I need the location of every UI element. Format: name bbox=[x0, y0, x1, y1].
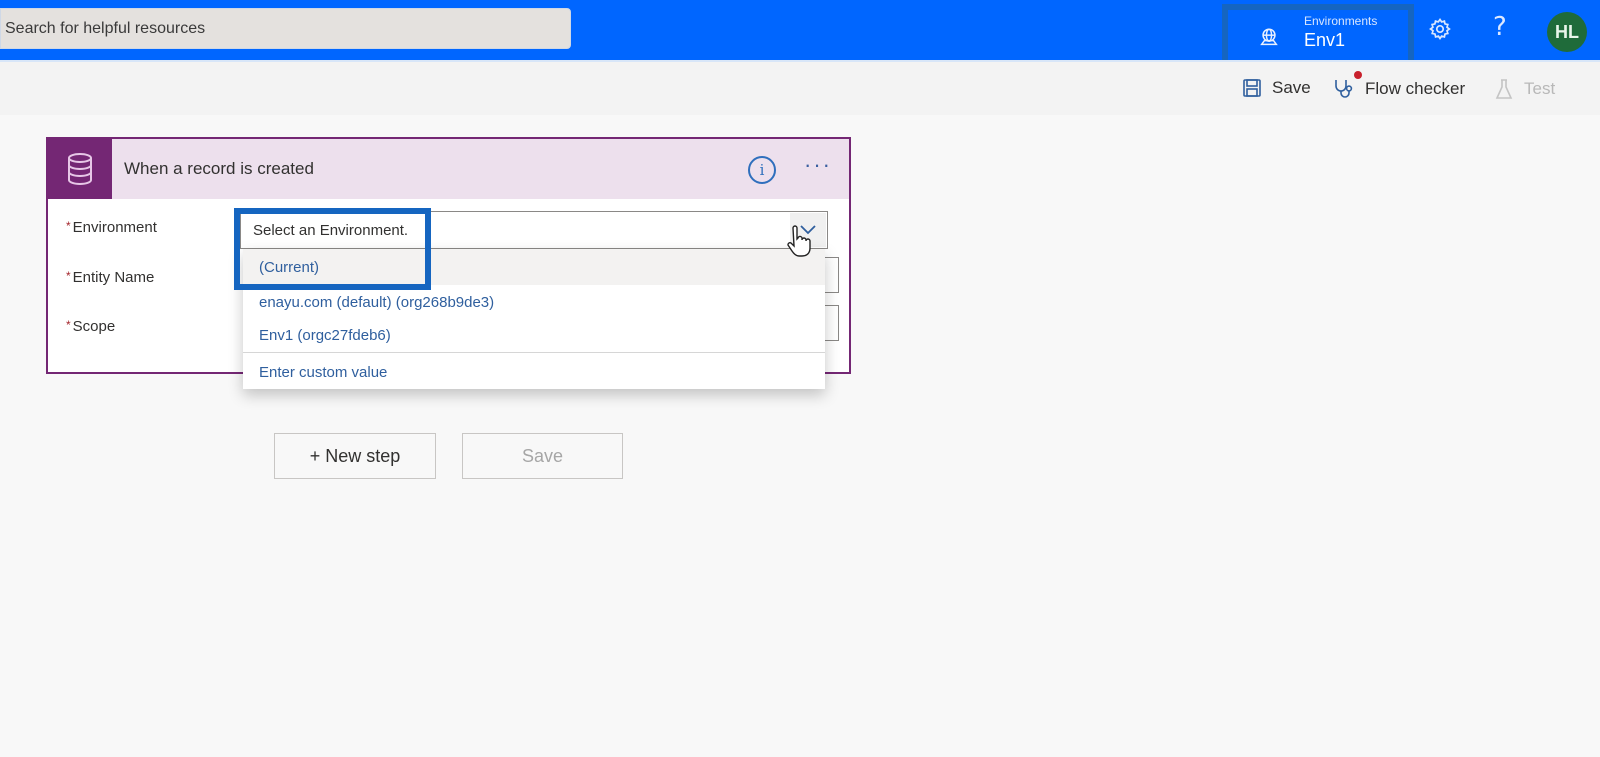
save-label: Save bbox=[521, 445, 564, 466]
gear-icon[interactable] bbox=[1428, 17, 1452, 41]
trigger-icon-tile bbox=[48, 139, 112, 199]
command-bar: Save Flow checker Test bbox=[0, 60, 1600, 115]
hand-cursor-icon bbox=[787, 225, 811, 257]
database-icon bbox=[68, 153, 92, 185]
trigger-card-header[interactable]: When a record is created i ··· bbox=[48, 139, 849, 199]
save-command-label: Save bbox=[1272, 78, 1311, 97]
environment-field-label: * Environment bbox=[66, 219, 157, 236]
environment-dropdown-list: (Current) enayu.com (default) (org268b9d… bbox=[243, 249, 825, 389]
new-step-label: + New step bbox=[309, 445, 401, 466]
flow-checker-button[interactable]: Flow checker bbox=[1333, 78, 1465, 100]
flask-icon bbox=[1495, 79, 1513, 99]
flow-checker-alert-dot bbox=[1354, 71, 1362, 79]
stethoscope-icon bbox=[1335, 80, 1353, 98]
search-input[interactable]: Search for helpful resources bbox=[0, 8, 571, 49]
new-step-button[interactable]: + New step bbox=[274, 433, 436, 479]
environment-select[interactable]: Select an Environment. bbox=[240, 211, 828, 249]
top-navigation-bar: Search for helpful resources Environment… bbox=[0, 0, 1600, 72]
info-icon[interactable]: i bbox=[748, 156, 776, 184]
dropdown-option[interactable]: (Current) bbox=[243, 249, 825, 285]
test-label: Test bbox=[1524, 79, 1556, 98]
flow-checker-label: Flow checker bbox=[1365, 79, 1466, 98]
help-icon[interactable]: ? bbox=[1493, 12, 1507, 42]
avatar-initials: HL bbox=[1555, 21, 1579, 42]
environment-label: Environments bbox=[1304, 14, 1378, 28]
more-options-icon[interactable]: ··· bbox=[804, 152, 832, 178]
save-button[interactable]: Save bbox=[462, 433, 623, 479]
save-icon bbox=[1243, 79, 1261, 97]
save-command-button[interactable]: Save bbox=[1242, 78, 1311, 98]
environment-select-placeholder: Select an Environment. bbox=[253, 222, 409, 239]
test-button[interactable]: Test bbox=[1494, 78, 1555, 100]
entity-name-field-label: * Entity Name bbox=[66, 269, 155, 286]
enter-custom-value-option[interactable]: Enter custom value bbox=[243, 355, 825, 389]
dropdown-option[interactable]: enayu.com (default) (org268b9de3) bbox=[243, 285, 825, 319]
globe-environment-icon bbox=[1260, 28, 1278, 46]
search-placeholder: Search for helpful resources bbox=[5, 19, 206, 37]
dropdown-option[interactable]: Env1 (orgc27fdeb6) bbox=[243, 319, 825, 353]
avatar[interactable]: HL bbox=[1547, 12, 1587, 52]
trigger-title: When a record is created bbox=[124, 159, 314, 178]
scope-field-label: * Scope bbox=[66, 318, 116, 335]
environment-value: Env1 bbox=[1304, 30, 1346, 50]
